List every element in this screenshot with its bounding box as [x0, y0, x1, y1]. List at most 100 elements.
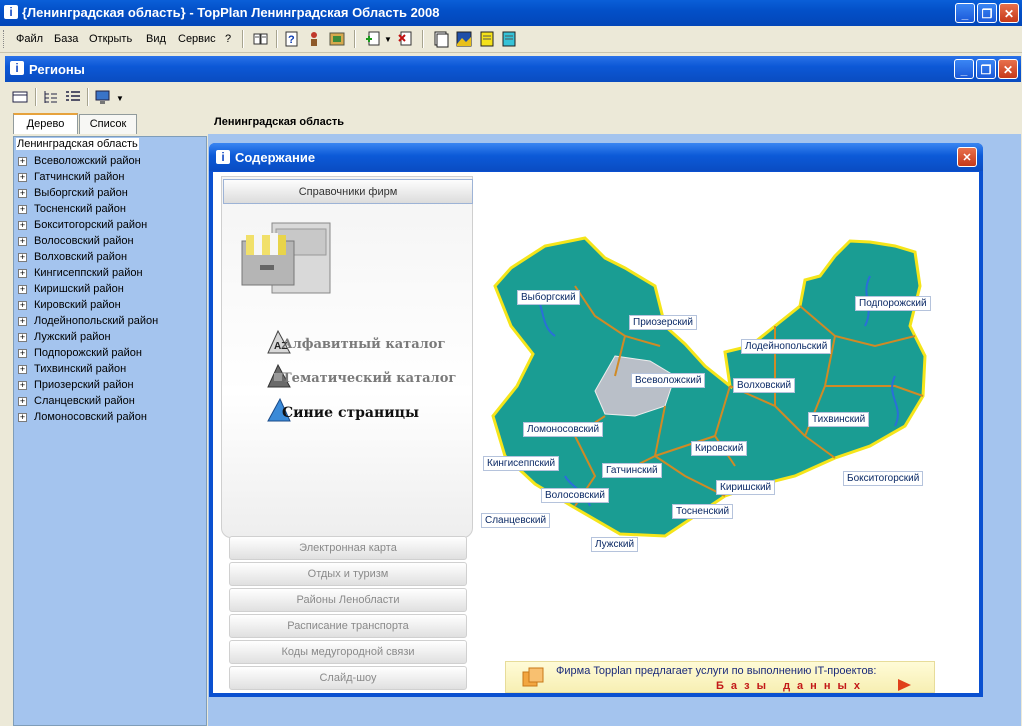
tree-item-label: Кировский район	[34, 299, 121, 311]
map-label-boksitogorsky[interactable]: Бокситогорский	[843, 471, 924, 486]
menu-base[interactable]: База	[54, 33, 78, 45]
menu-file[interactable]: Файл	[16, 33, 43, 45]
expand-plus-icon[interactable]: +	[18, 333, 27, 342]
dialog-close-button[interactable]: ✕	[957, 147, 977, 167]
window-icon[interactable]	[432, 30, 450, 48]
regions-restore-button[interactable]: ❐	[976, 59, 996, 79]
map-label-lomonosovsky[interactable]: Ломоносовский	[523, 422, 604, 437]
monitor-icon[interactable]	[94, 88, 112, 106]
note-yellow-icon[interactable]	[478, 30, 496, 48]
thematic-catalog-link[interactable]: Тематический каталог	[282, 371, 456, 386]
expand-plus-icon[interactable]: +	[18, 301, 27, 310]
menu-bar: Файл База Открыть Вид Сервис ? ? ▼	[0, 26, 1022, 53]
menu-help[interactable]: ?	[225, 33, 231, 45]
map-label-slantsevsky[interactable]: Сланцевский	[481, 513, 551, 528]
add-icon[interactable]	[364, 30, 382, 48]
section-tourism[interactable]: Отдых и туризм	[229, 562, 467, 586]
promo-banner[interactable]: Фирма Topplan предлагает услуги по выпол…	[505, 661, 935, 693]
expand-plus-icon[interactable]: +	[18, 157, 27, 166]
picture-icon[interactable]	[455, 30, 473, 48]
tab-tree[interactable]: Дерево	[13, 113, 78, 134]
section-phone-codes[interactable]: Коды медугородной связи	[229, 640, 467, 664]
map-label-vyborgsky[interactable]: Выборгский	[517, 290, 580, 305]
alphabet-catalog-link[interactable]: Алфавитный каталог	[282, 337, 445, 352]
dialog-titlebar: i Содержание ✕	[209, 143, 983, 171]
toolbar-separator	[87, 88, 89, 106]
minimize-button[interactable]: _	[955, 3, 975, 23]
section-transport-schedule[interactable]: Расписание транспорта	[229, 614, 467, 638]
expand-plus-icon[interactable]: +	[18, 349, 27, 358]
expand-plus-icon[interactable]: +	[18, 365, 27, 374]
map-label-kirovsky[interactable]: Кировский	[691, 441, 748, 456]
section-electronic-map[interactable]: Электронная карта	[229, 536, 467, 560]
dialog-title: Содержание	[235, 150, 316, 165]
details-view-icon[interactable]	[64, 88, 82, 106]
section-tab-firms[interactable]: Справочники фирм	[223, 179, 473, 204]
info-icon: i	[10, 61, 24, 75]
map-label-vsevolozhsky[interactable]: Всеволожский	[631, 373, 706, 388]
menu-view[interactable]: Вид	[146, 33, 166, 45]
tree-item-label: Киришский район	[34, 283, 124, 295]
expand-plus-icon[interactable]: +	[18, 381, 27, 390]
expand-plus-icon[interactable]: +	[18, 253, 27, 262]
dropdown-arrow-icon[interactable]: ▼	[384, 35, 392, 44]
database-icon	[522, 667, 544, 687]
expand-plus-icon[interactable]: +	[18, 237, 27, 246]
menu-service[interactable]: Сервис	[178, 33, 216, 45]
expand-plus-icon[interactable]: +	[18, 189, 27, 198]
expand-plus-icon[interactable]: +	[18, 269, 27, 278]
expand-plus-icon[interactable]: +	[18, 205, 27, 214]
regions-close-button[interactable]: ✕	[998, 59, 1018, 79]
list-view-icon[interactable]	[11, 88, 29, 106]
region-map[interactable]: Выборгский Приозерский Подпорожский Лоде…	[475, 176, 975, 664]
map-label-luzhsky[interactable]: Лужский	[591, 537, 639, 552]
regions-toolbar: ▼	[5, 84, 1021, 110]
section-slideshow[interactable]: Слайд-шоу	[229, 666, 467, 690]
tree-item-label: Лодейнопольский район	[34, 315, 159, 327]
help-doc-icon[interactable]: ?	[283, 30, 301, 48]
file-cabinet-icon	[241, 222, 331, 294]
regions-minimize-button[interactable]: _	[954, 59, 974, 79]
toolbar-separator	[35, 88, 37, 106]
map-tool-icon[interactable]	[328, 30, 346, 48]
map-label-tikhvinsky[interactable]: Тихвинский	[808, 412, 870, 427]
restore-button[interactable]: ❐	[977, 3, 997, 23]
map-label-kingiseppsky[interactable]: Кингисеппский	[483, 456, 560, 471]
expand-plus-icon[interactable]: +	[18, 413, 27, 422]
play-arrow-icon[interactable]	[896, 678, 912, 692]
tree-item-label: Лужский район	[34, 331, 111, 343]
map-label-kirishsky[interactable]: Киришский	[716, 480, 776, 495]
delete-icon[interactable]	[396, 30, 414, 48]
tree-root[interactable]: Ленинградская область	[16, 138, 139, 150]
map-label-volosovsky[interactable]: Волосовский	[541, 488, 609, 503]
expand-plus-icon[interactable]: +	[18, 317, 27, 326]
promo-text: Фирма Topplan предлагает услуги по выпол…	[556, 665, 877, 677]
note-cyan-icon[interactable]	[500, 30, 518, 48]
map-label-tosnensky[interactable]: Тосненский	[672, 504, 734, 519]
expand-plus-icon[interactable]: +	[18, 173, 27, 182]
person-icon[interactable]	[305, 30, 323, 48]
dialog-content: AZ Алфавитный каталог Тематический катал…	[213, 172, 979, 693]
blue-pages-link[interactable]: Синие страницы	[282, 405, 419, 421]
section-districts[interactable]: Районы Ленобласти	[229, 588, 467, 612]
expand-plus-icon[interactable]: +	[18, 221, 27, 230]
map-label-podporozhsky[interactable]: Подпорожский	[855, 296, 931, 311]
close-button[interactable]: ✕	[999, 3, 1019, 23]
toolbar-separator	[422, 30, 424, 48]
tree-view-icon[interactable]	[42, 88, 60, 106]
expand-plus-icon[interactable]: +	[18, 285, 27, 294]
tree-item-label: Тосненский район	[34, 203, 126, 215]
tree-item-label: Волховский район	[34, 251, 128, 263]
menu-open[interactable]: Открыть	[89, 33, 132, 45]
region-tree[interactable]: Ленинградская область + Всеволожский райо…	[13, 136, 207, 726]
tab-list[interactable]: Список	[79, 114, 137, 134]
map-label-gatchinsky[interactable]: Гатчинский	[602, 463, 662, 478]
expand-plus-icon[interactable]: +	[18, 397, 27, 406]
book-icon[interactable]	[252, 30, 270, 48]
dropdown-arrow-icon[interactable]: ▼	[116, 94, 124, 103]
tree-item-label: Подпорожский район	[34, 347, 142, 359]
tree-item-label: Сланцевский район	[34, 395, 135, 407]
map-label-volkhovsky[interactable]: Волховский	[733, 378, 796, 393]
map-label-priozersky[interactable]: Приозерский	[629, 315, 697, 330]
map-label-lodeynopolsky[interactable]: Лодейнопольский	[741, 339, 832, 354]
